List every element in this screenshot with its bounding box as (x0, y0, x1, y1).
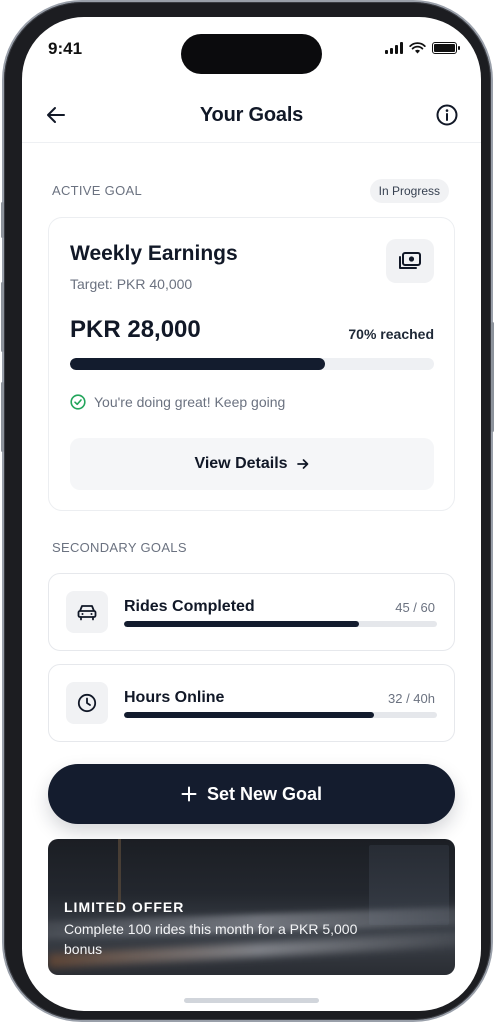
secondary-goal-icon-box (66, 682, 108, 724)
app-header: Your Goals (22, 87, 481, 143)
signal-icon (385, 42, 403, 54)
app-screen: 9:41 Your Goals ACTIVE GOAL In Progress … (22, 17, 481, 1011)
goal-progress-fill (70, 358, 325, 370)
status-badge: In Progress (369, 179, 449, 203)
wifi-icon (409, 42, 426, 54)
phone-frame: 9:41 Your Goals ACTIVE GOAL In Progress … (1, 2, 494, 1020)
active-goal-label: ACTIVE GOAL (52, 183, 142, 198)
secondary-goal-icon-box (66, 591, 108, 633)
side-button (1, 282, 4, 352)
secondary-goal-name: Rides Completed (124, 598, 255, 615)
status-icons (385, 42, 460, 54)
secondary-goal-card[interactable]: Rides Completed 45 / 60 (48, 573, 455, 651)
plus-icon (181, 786, 197, 802)
check-circle-icon (70, 394, 86, 410)
goal-target: Target: PKR 40,000 (70, 276, 193, 292)
set-new-goal-label: Set New Goal (206, 783, 323, 804)
battery-icon (432, 42, 460, 54)
car-icon (77, 605, 97, 621)
view-details-label: View Details (194, 455, 288, 472)
set-new-goal-button[interactable]: Set New Goal (48, 764, 455, 824)
clock-icon (77, 693, 97, 713)
home-indicator (184, 998, 319, 1003)
money-icon-button (386, 239, 434, 283)
secondary-goal-progress-bar (124, 712, 437, 718)
info-icon[interactable] (435, 103, 459, 127)
secondary-goal-progress-fill (124, 621, 359, 627)
side-button (1, 382, 4, 452)
secondary-goal-progress-fill (124, 712, 375, 718)
page-title: Your Goals (199, 104, 304, 126)
goal-amount: PKR 28,000 (70, 316, 201, 343)
secondary-goal-count: 32 / 40h (388, 691, 435, 706)
goal-percent-reached: 70% reached (348, 326, 434, 342)
secondary-goals-label: SECONDARY GOALS (52, 540, 187, 555)
side-button (1, 202, 4, 238)
arrow-right-icon (296, 459, 308, 469)
status-time: 9:41 (48, 39, 83, 58)
goal-name: Weekly Earnings (70, 242, 238, 265)
secondary-goal-progress-bar (124, 621, 437, 627)
offer-description: Complete 100 rides this month for a PKR … (64, 921, 358, 957)
side-button (491, 322, 494, 432)
status-bar: 9:41 (22, 17, 481, 77)
goal-progress-bar (70, 358, 434, 370)
limited-offer-banner[interactable]: LIMITED OFFER Complete 100 rides this mo… (48, 839, 455, 975)
secondary-goal-card[interactable]: Hours Online 32 / 40h (48, 664, 455, 742)
view-details-button[interactable]: View Details (70, 438, 434, 490)
dynamic-island (181, 34, 322, 74)
encouragement-text: You're doing great! Keep going (94, 394, 286, 410)
offer-tag: LIMITED OFFER (64, 899, 185, 915)
encouragement-message: You're doing great! Keep going (70, 394, 285, 410)
active-goal-card: Weekly Earnings Target: PKR 40,000 PKR 2… (48, 217, 455, 511)
secondary-goal-count: 45 / 60 (395, 600, 435, 615)
money-icon (399, 252, 421, 269)
secondary-goal-name: Hours Online (124, 689, 225, 706)
